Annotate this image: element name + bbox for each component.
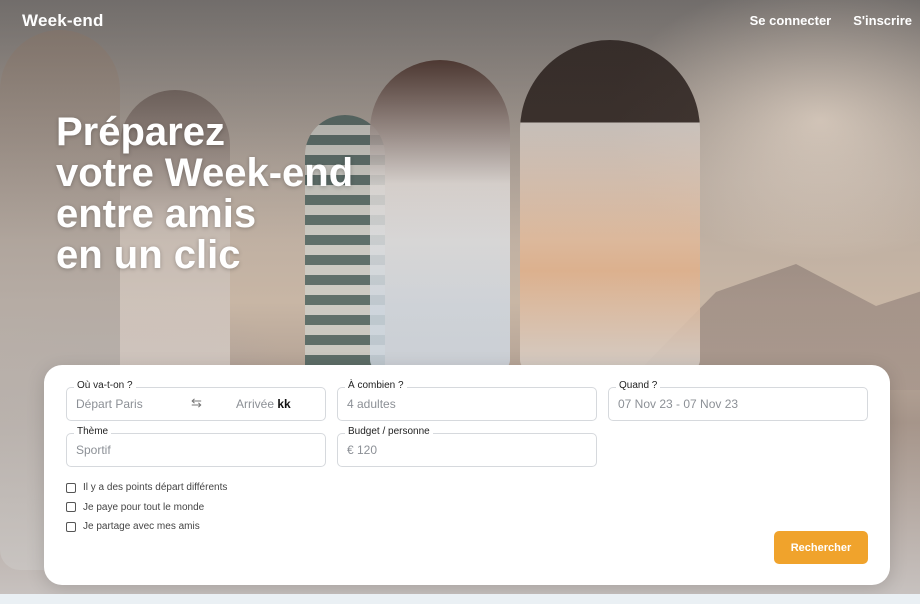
budget-label: Budget / personne <box>345 425 433 439</box>
dates-label: Quand ? <box>616 379 661 393</box>
swap-arrows-icon[interactable]: ⇆ <box>191 395 202 411</box>
option-label: Je partage avec mes amis <box>83 521 200 533</box>
checkbox[interactable] <box>66 482 76 493</box>
signup-link[interactable]: S'inscrire <box>853 13 912 28</box>
departure-input[interactable]: Départ Paris <box>76 397 143 411</box>
option-label: Je paye pour tout le monde <box>83 501 205 513</box>
theme-field[interactable]: Thème Sportif <box>66 425 326 467</box>
dates-input[interactable]: 07 Nov 23 - 07 Nov 23 <box>618 397 738 411</box>
headline-line-3: entre amis <box>56 192 257 236</box>
people-input[interactable]: 4 adultes <box>347 397 396 411</box>
dates-field[interactable]: Quand ? 07 Nov 23 - 07 Nov 23 <box>608 379 868 421</box>
brand-logo[interactable]: Week-end <box>22 11 104 31</box>
budget-input[interactable]: € 120 <box>347 443 377 457</box>
search-card: Où va-t-on ? Départ Paris ⇆ Arrivée kk À… <box>44 365 890 585</box>
headline-line-2: votre Week-end <box>56 151 354 195</box>
option-different-departures[interactable]: Il y a des points départ différents <box>66 478 227 498</box>
headline-line-1: Préparez <box>56 110 225 154</box>
people-label: À combien ? <box>345 379 407 393</box>
checkbox[interactable] <box>66 502 76 513</box>
checkbox[interactable] <box>66 521 76 532</box>
option-pay-for-all[interactable]: Je paye pour tout le monde <box>66 498 227 518</box>
destination-field[interactable]: Où va-t-on ? Départ Paris ⇆ Arrivée kk <box>66 379 326 421</box>
top-nav: Se connecter S'inscrire <box>750 13 912 28</box>
budget-field[interactable]: Budget / personne € 120 <box>337 425 597 467</box>
destination-label: Où va-t-on ? <box>74 379 136 393</box>
options-checklist: Il y a des points départ différents Je p… <box>66 478 227 537</box>
theme-label: Thème <box>74 425 112 439</box>
theme-select[interactable]: Sportif <box>76 443 111 457</box>
hero-headline: Préparez votre Week-end entre amis en un… <box>56 112 436 276</box>
login-link[interactable]: Se connecter <box>750 13 832 28</box>
headline-line-4: en un clic <box>56 233 241 277</box>
arrival-input[interactable]: Arrivée kk <box>236 397 291 411</box>
option-share-with-friends[interactable]: Je partage avec mes amis <box>66 517 227 537</box>
page-bottom-strip <box>0 594 920 604</box>
search-button[interactable]: Rechercher <box>774 531 868 564</box>
option-label: Il y a des points départ différents <box>83 482 228 494</box>
arrival-value: kk <box>277 397 291 411</box>
people-field[interactable]: À combien ? 4 adultes <box>337 379 597 421</box>
arrival-placeholder: Arrivée <box>236 397 275 411</box>
